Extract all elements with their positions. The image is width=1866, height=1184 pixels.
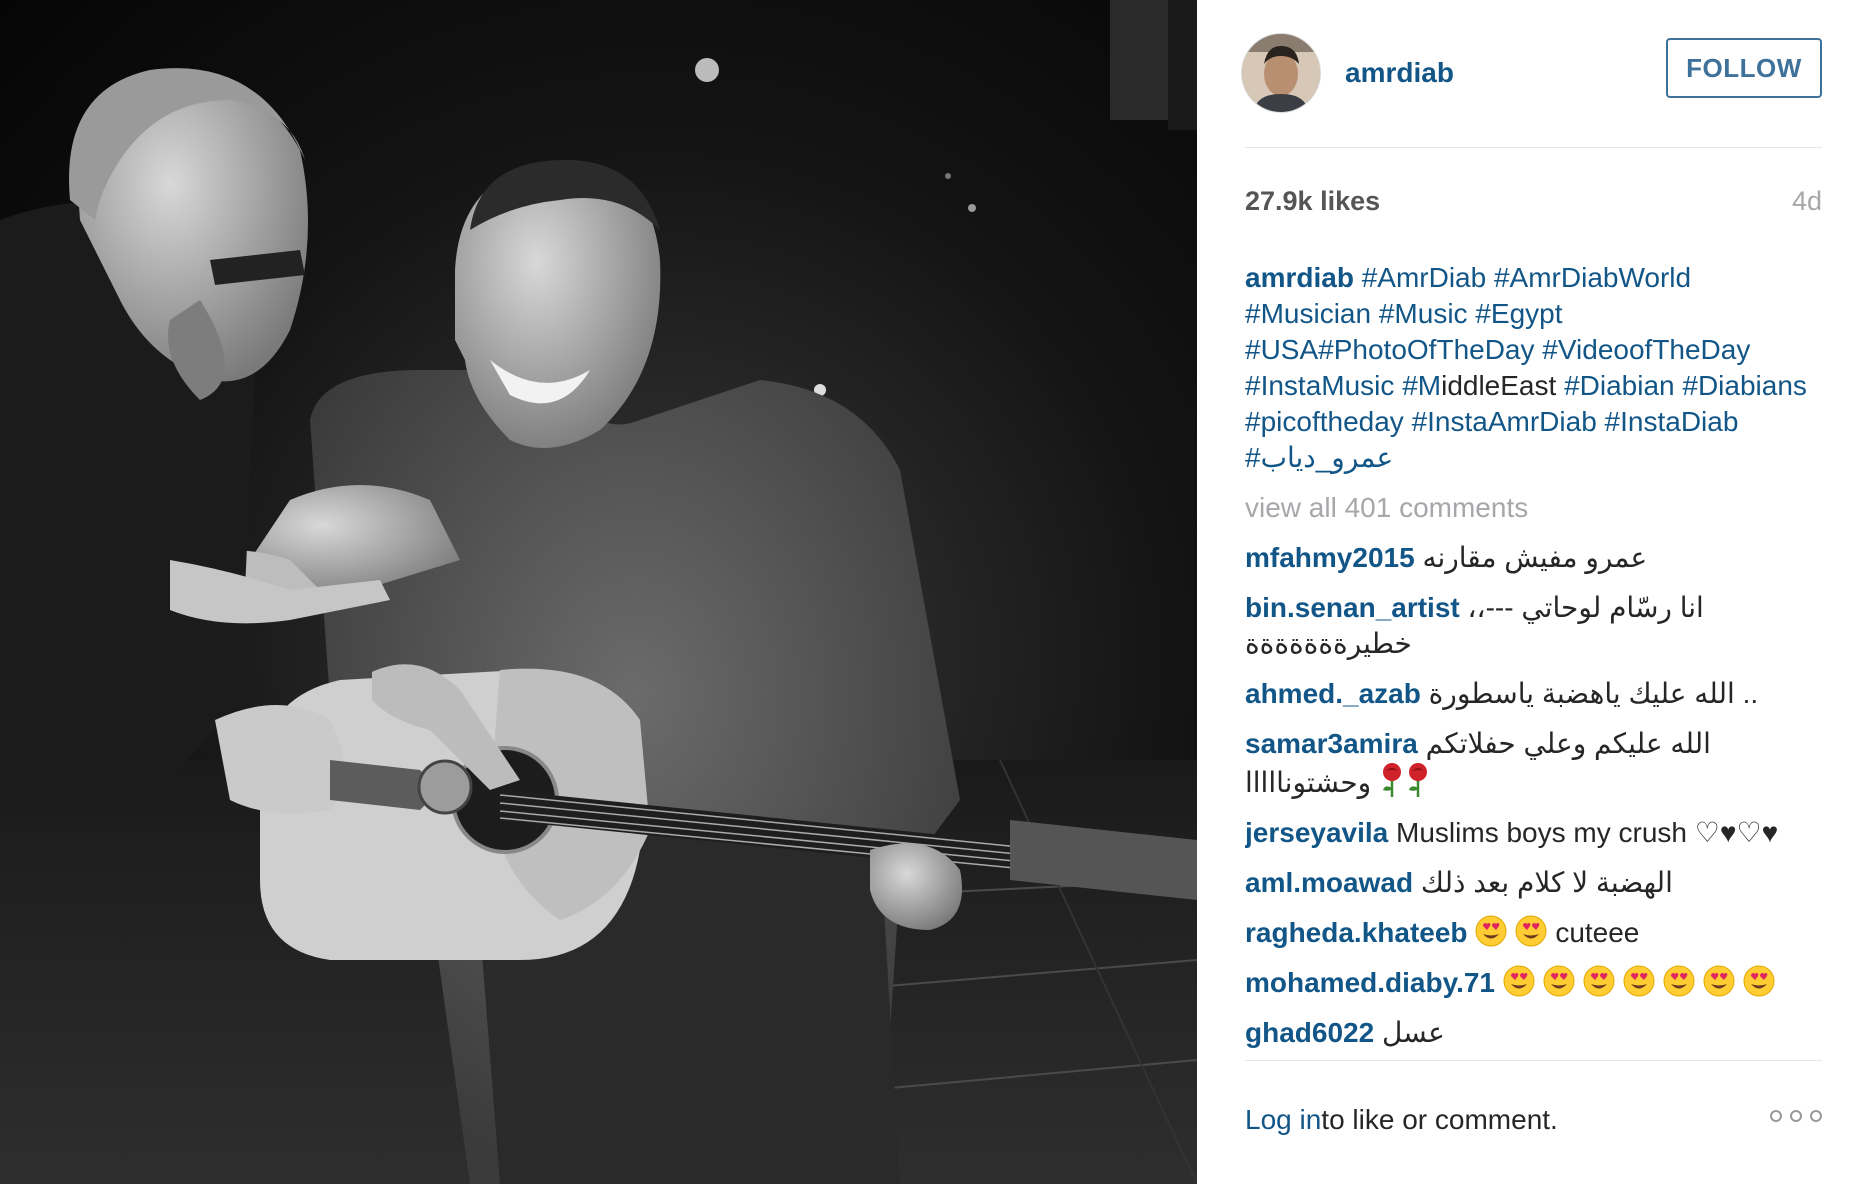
caption: amrdiab #AmrDiab #AmrDiabWorld #Musician…	[1245, 260, 1822, 476]
comment-username[interactable]: mohamed.diaby.71	[1245, 967, 1495, 998]
hashtag-link[interactable]: #USA	[1245, 334, 1318, 365]
comment-item: ahmed._azab الله عليك ياهضبة ياسطورة ..	[1245, 676, 1822, 712]
comment-text: عمرو مفيش مقارنه	[1422, 542, 1648, 573]
comment-text: cuteee	[1555, 917, 1640, 948]
likes-count[interactable]: 27.9k likes	[1245, 186, 1380, 217]
comments-list[interactable]: amrdiab #AmrDiab #AmrDiabWorld #Musician…	[1245, 260, 1822, 1054]
heart-eyes-emoji	[1515, 915, 1547, 947]
hashtag-link[interactable]: #InstaDiab	[1605, 406, 1739, 437]
comment-username[interactable]: bin.senan_artist	[1245, 592, 1460, 623]
hashtag-link[interactable]: #Diabians	[1682, 370, 1807, 401]
caption-word	[1371, 298, 1379, 329]
dot	[1810, 1110, 1822, 1122]
caption-word	[1404, 406, 1412, 437]
hashtag-link[interactable]: #InstaAmrDiab	[1412, 406, 1597, 437]
follow-button[interactable]: FOLLOW	[1666, 38, 1822, 98]
post-view: amrdiab FOLLOW 27.9k likes 4d amrdiab #A…	[0, 0, 1866, 1184]
hashtag-link[interactable]: #Music	[1379, 298, 1468, 329]
header-divider	[1245, 147, 1822, 148]
heart-eyes-emoji	[1703, 965, 1735, 997]
comment-item: jerseyavila Muslims boys my crush ♡♥♡♥	[1245, 815, 1822, 851]
comment-items: mfahmy2015 عمرو مفيش مقارنه bin.senan_art…	[1245, 540, 1822, 1054]
caption-word	[1556, 370, 1564, 401]
rose-emoji	[1408, 763, 1427, 797]
dot	[1770, 1110, 1782, 1122]
footer-divider	[1245, 1060, 1822, 1061]
comment-item: ragheda.khateeb cuteee	[1245, 915, 1822, 951]
comment-username[interactable]: ragheda.khateeb	[1245, 917, 1468, 948]
post-photo[interactable]	[0, 0, 1197, 1184]
avatar[interactable]	[1241, 33, 1321, 113]
comment-item: ghad6022 عسل	[1245, 1015, 1822, 1051]
username[interactable]: amrdiab	[1345, 57, 1454, 89]
hashtag-link[interactable]: #M	[1402, 370, 1441, 401]
post-header: amrdiab FOLLOW	[1241, 28, 1822, 118]
caption-word: iddleEast	[1441, 370, 1557, 401]
heart-eyes-emoji	[1623, 965, 1655, 997]
hashtag-link[interactable]: #Egypt	[1475, 298, 1562, 329]
hashtag-link[interactable]: #InstaMusic	[1245, 370, 1394, 401]
comment-username[interactable]: ghad6022	[1245, 1017, 1374, 1048]
avatar-image	[1242, 34, 1320, 112]
heart-eyes-emoji	[1663, 965, 1695, 997]
comment-username[interactable]: samar3amira	[1245, 728, 1418, 759]
hashtag-link[interactable]: #AmrDiabWorld	[1494, 262, 1691, 293]
heart-eyes-emoji	[1475, 915, 1507, 947]
hashtag-link[interactable]: #PhotoOfTheDay	[1318, 334, 1534, 365]
comment-item: mohamed.diaby.71	[1245, 965, 1822, 1001]
comment-username[interactable]: mfahmy2015	[1245, 542, 1415, 573]
comment-text: Muslims boys my crush ♡♥♡♥	[1396, 817, 1779, 848]
caption-text: #AmrDiab #AmrDiabWorld #Musician #Music …	[1245, 262, 1807, 473]
hashtag-link[interactable]: #Musician	[1245, 298, 1371, 329]
post-timestamp[interactable]: 4d	[1792, 186, 1822, 217]
hashtag-link[interactable]: #AmrDiab	[1362, 262, 1486, 293]
comment-item: bin.senan_artist ،،انا رسّام لوحاتي ---خ…	[1245, 590, 1822, 662]
heart-eyes-emoji	[1543, 965, 1575, 997]
ellipsis-icon[interactable]	[1770, 1110, 1822, 1122]
hashtag-link[interactable]: #VideoofTheDay	[1542, 334, 1750, 365]
caption-username[interactable]: amrdiab	[1245, 262, 1354, 293]
login-link[interactable]: Log in	[1245, 1104, 1321, 1136]
comment-text: عسل	[1381, 1017, 1445, 1048]
post-sidebar: amrdiab FOLLOW 27.9k likes 4d amrdiab #A…	[1197, 0, 1866, 1184]
heart-eyes-emoji	[1503, 965, 1535, 997]
hashtag-link[interactable]: #عمرو_دياب	[1245, 442, 1393, 473]
concert-photo-illustration	[0, 0, 1197, 1184]
view-all-comments-link[interactable]: view all 401 comments	[1245, 490, 1822, 526]
post-footer: Log in to like or comment.	[1245, 1104, 1822, 1136]
rose-emoji	[1382, 763, 1401, 797]
heart-eyes-emoji	[1583, 965, 1615, 997]
login-prompt: to like or comment.	[1321, 1104, 1558, 1135]
hashtag-link[interactable]: #picoftheday	[1245, 406, 1404, 437]
comment-username[interactable]: ahmed._azab	[1245, 678, 1421, 709]
dot	[1790, 1110, 1802, 1122]
comment-text: الله عليك ياهضبة ياسطورة ..	[1428, 678, 1759, 709]
hashtag-link[interactable]: #Diabian	[1564, 370, 1675, 401]
comment-text: الهضبة لا كلام بعد ذلك	[1420, 867, 1673, 898]
caption-word	[1486, 262, 1494, 293]
caption-word	[1597, 406, 1605, 437]
comment-username[interactable]: jerseyavila	[1245, 817, 1388, 848]
comment-item: samar3amira الله عليكم وعلي حفلاتكم وحشت…	[1245, 726, 1822, 801]
comment-item: mfahmy2015 عمرو مفيش مقارنه	[1245, 540, 1822, 576]
comment-item: aml.moawad الهضبة لا كلام بعد ذلك	[1245, 865, 1822, 901]
heart-eyes-emoji	[1743, 965, 1775, 997]
comment-username[interactable]: aml.moawad	[1245, 867, 1413, 898]
